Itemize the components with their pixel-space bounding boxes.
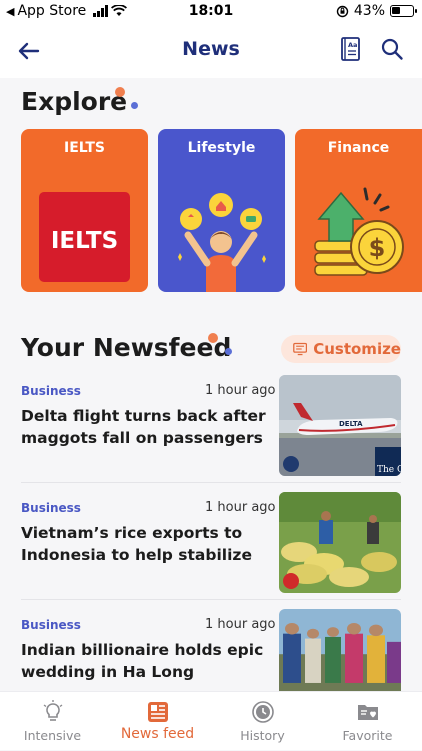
news-thumbnail-plane[interactable]: DELTA The Guar [279,375,401,476]
navigation-bar: News Aa [0,24,422,78]
category-card-lifestyle[interactable]: Lifestyle [158,129,285,292]
tab-label: Favorite [342,728,393,743]
tab-history[interactable]: History [210,692,315,751]
ielts-logo-text: IELTS [51,228,118,254]
search-icon[interactable] [380,37,404,61]
news-timestamp: 1 hour ago [205,617,276,632]
news-item[interactable]: Business 1 hour ago Delta flight turns b… [0,370,422,483]
news-category[interactable]: Business [21,618,81,632]
lifestyle-illustration-icon [178,193,266,292]
battery-level [392,7,400,14]
newsfeed-icon [147,702,168,722]
news-item[interactable]: Business 1 hour ago Indian billionaire h… [0,604,422,692]
news-headline[interactable]: Vietnam’s rice exports to Indonesia to h… [21,522,271,568]
explore-heading: Explore [21,87,128,116]
ielts-logo-icon: IELTS [39,192,130,282]
decorative-dot-blue [131,102,138,109]
customize-button[interactable]: Customize [281,335,401,363]
news-category[interactable]: Business [21,501,81,515]
news-thumbnail-rice[interactable] [279,492,401,593]
battery-icon [390,5,417,17]
lightbulb-icon [43,700,62,721]
tab-intensive[interactable]: Intensive [0,692,105,751]
customize-label: Customize [313,340,401,358]
thumb-watermark: The Guar [377,465,401,475]
news-headline[interactable]: Indian billionaire holds epic wedding in… [21,639,271,685]
customize-icon [293,342,308,356]
decorative-dot-blue [225,348,232,355]
category-label: Lifestyle [187,140,256,156]
svg-text:$: $ [369,234,386,262]
battery-percent: 43% [353,3,385,19]
newsfeed-heading: Your Newsfeed [21,333,232,362]
news-timestamp: 1 hour ago [205,383,276,398]
decorative-dot-orange [208,333,218,343]
category-card-finance[interactable]: Finance $ [295,129,422,292]
tab-news-feed[interactable]: News feed [105,692,210,751]
decorative-dot-orange [115,87,125,97]
category-label: Finance [327,140,390,156]
svg-text:DELTA: DELTA [339,420,363,428]
news-thumbnail-wedding[interactable] [279,609,401,692]
rotation-lock-icon [336,5,349,17]
history-icon [251,701,274,723]
finance-illustration-icon: $ [314,187,404,276]
status-bar: ◀ App Store 18:01 43% [0,0,422,24]
favorite-folder-icon [357,705,378,720]
news-timestamp: 1 hour ago [205,500,276,515]
tab-bar: Intensive News feed History Favorite [0,691,422,750]
category-card-ielts[interactable]: IELTS IELTS [21,129,148,292]
tab-label: Intensive [23,728,82,743]
category-label: IELTS [63,140,105,156]
divider [21,599,401,600]
tab-label: News feed [120,726,195,742]
status-right: 43% [336,3,417,19]
tab-label: History [240,728,285,743]
news-headline[interactable]: Delta flight turns back after maggots fa… [21,405,271,451]
divider [21,482,401,483]
tab-favorite[interactable]: Favorite [315,692,420,751]
news-category[interactable]: Business [21,384,81,398]
news-item[interactable]: Business 1 hour ago Vietnam’s rice expor… [0,487,422,600]
svg-text:Aa: Aa [348,41,357,49]
dictionary-icon[interactable]: Aa [340,36,362,62]
